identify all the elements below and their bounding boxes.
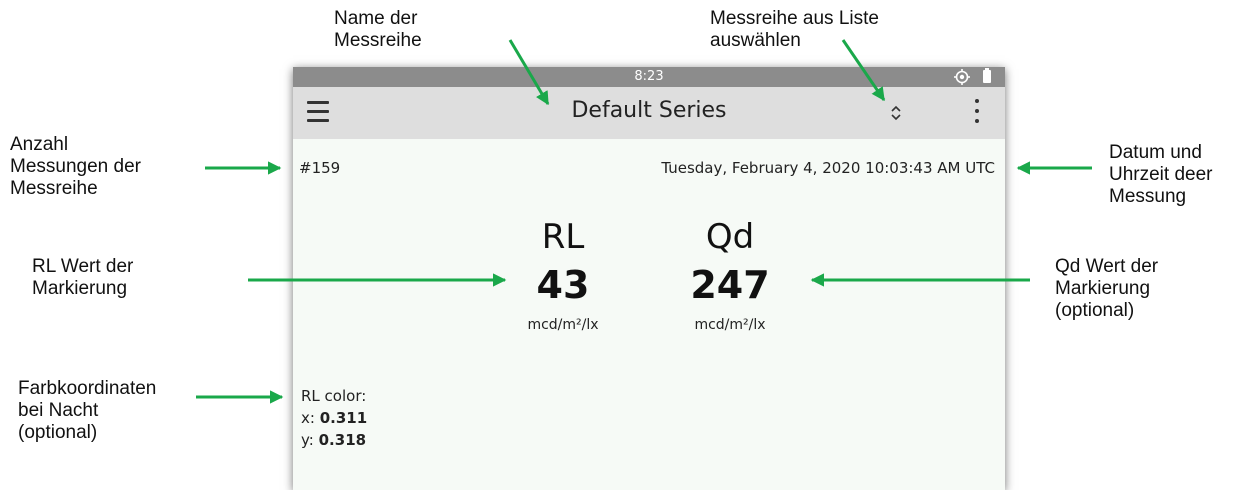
arrow-series-select (841, 39, 886, 102)
annotation-arrows (196, 39, 1092, 404)
arrow-series-name (508, 39, 550, 106)
